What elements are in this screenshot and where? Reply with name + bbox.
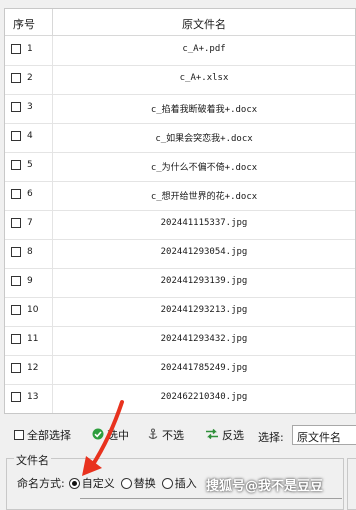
row-index: 3 xyxy=(27,102,33,112)
table-row[interactable]: 4 c_如果会突恋我+.docx xyxy=(5,123,355,153)
row-checkbox[interactable] xyxy=(11,392,21,402)
row-filename: 202441293139.jpg xyxy=(160,276,248,286)
table-row[interactable]: 7 202441115337.jpg xyxy=(5,210,355,240)
row-filename: c_A+.pdf xyxy=(182,44,226,54)
table-row[interactable]: 1 c_A+.pdf xyxy=(5,36,355,66)
row-index: 9 xyxy=(27,276,33,286)
row-checkbox[interactable] xyxy=(11,102,21,112)
select-by-dropdown[interactable]: 原文件名 xyxy=(292,425,356,445)
select-all-label: 全部选择 xyxy=(27,429,71,442)
row-filename: c_为什么不偏不倚+.docx xyxy=(150,163,258,173)
filename-group-title: 文件名 xyxy=(14,452,51,468)
table-row[interactable]: 10 202441293213.jpg xyxy=(5,297,355,327)
row-index: 6 xyxy=(27,189,33,199)
row-index: 10 xyxy=(27,305,39,315)
row-filename: c_想开给世界的花+.docx xyxy=(150,192,258,202)
row-filename: c_如果会突恋我+.docx xyxy=(155,134,253,144)
row-filename: 202441785249.jpg xyxy=(160,363,248,373)
row-index: 8 xyxy=(27,247,33,257)
row-checkbox[interactable] xyxy=(11,73,21,83)
table-row[interactable]: 12 202441785249.jpg xyxy=(5,355,355,385)
row-checkbox[interactable] xyxy=(11,363,21,373)
table-header: 序号 原文件名 xyxy=(5,9,355,36)
table-row[interactable]: 13 202462210340.jpg xyxy=(5,384,355,413)
table-row[interactable]: 9 202441293139.jpg xyxy=(5,268,355,298)
row-index: 12 xyxy=(27,363,39,373)
row-index: 11 xyxy=(27,334,39,344)
row-index: 4 xyxy=(27,131,33,141)
row-filename: 202441293432.jpg xyxy=(160,334,248,344)
row-index: 2 xyxy=(27,73,33,83)
row-filename: 202441115337.jpg xyxy=(160,218,248,228)
radio-insert-label: 插入 xyxy=(174,477,197,490)
table-row[interactable]: 6 c_想开给世界的花+.docx xyxy=(5,181,355,211)
row-checkbox[interactable] xyxy=(11,305,21,315)
row-checkbox[interactable] xyxy=(11,247,21,257)
side-group xyxy=(347,458,356,510)
select-all-checkbox[interactable]: 全部选择 xyxy=(14,426,71,444)
row-checkbox[interactable] xyxy=(11,189,21,199)
watermark-text: 搜狐号@我不是豆豆 xyxy=(206,479,324,494)
header-index[interactable]: 序号 xyxy=(13,16,35,32)
row-index: 7 xyxy=(27,218,33,228)
row-checkbox[interactable] xyxy=(11,218,21,228)
row-index: 1 xyxy=(27,44,33,54)
checkbox-icon xyxy=(14,430,24,440)
table-row[interactable]: 8 202441293054.jpg xyxy=(5,239,355,269)
radio-replace-label: 替换 xyxy=(133,477,156,490)
row-filename: 202441293054.jpg xyxy=(160,247,248,257)
radio-insert[interactable]: 插入 xyxy=(161,475,197,491)
row-checkbox[interactable] xyxy=(11,334,21,344)
radio-empty-icon xyxy=(161,477,173,489)
file-table: 序号 原文件名 1 c_A+.pdf 2 c_A+.xlsx 3 c_掐着我断破着我+.d… xyxy=(4,8,356,414)
table-row[interactable]: 5 c_为什么不偏不倚+.docx xyxy=(5,152,355,182)
red-arrow-annotation xyxy=(82,400,124,476)
invert-button[interactable]: 反选 xyxy=(205,426,244,444)
swap-arrows-icon xyxy=(205,428,219,443)
header-filename[interactable]: 原文件名 xyxy=(53,16,355,32)
table-row[interactable]: 2 c_A+.xlsx xyxy=(5,65,355,95)
row-index: 5 xyxy=(27,160,33,170)
naming-mode-label: 命名方式: xyxy=(17,477,65,490)
row-filename: 202441293213.jpg xyxy=(160,305,248,315)
table-row[interactable]: 11 202441293432.jpg xyxy=(5,326,355,356)
table-row[interactable]: 3 c_掐着我断破着我+.docx xyxy=(5,94,355,124)
divider-line xyxy=(80,498,342,499)
row-checkbox[interactable] xyxy=(11,276,21,286)
invert-label: 反选 xyxy=(222,429,244,442)
no-select-button[interactable]: 不选 xyxy=(147,426,184,444)
no-select-label: 不选 xyxy=(162,429,184,442)
row-checkbox[interactable] xyxy=(11,131,21,141)
row-filename: c_掐着我断破着我+.docx xyxy=(150,105,258,115)
anchor-icon xyxy=(147,428,159,443)
select-by-label: 选择: xyxy=(258,431,284,444)
row-checkbox[interactable] xyxy=(11,160,21,170)
row-filename: c_A+.xlsx xyxy=(179,73,229,83)
row-checkbox[interactable] xyxy=(11,44,21,54)
row-index: 13 xyxy=(27,392,39,402)
selection-toolbar: 全部选择 选中 不选 反选 选择: 原文件名 xyxy=(0,420,356,450)
